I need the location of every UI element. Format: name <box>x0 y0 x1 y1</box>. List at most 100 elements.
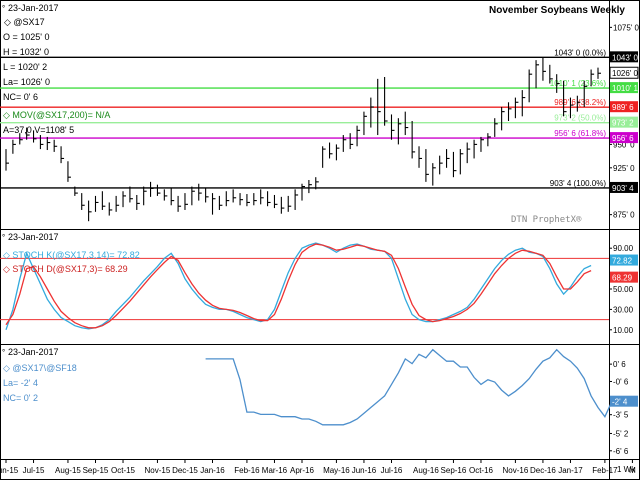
spread-last: La= -2' 4 <box>3 378 38 388</box>
price-bar-78 <box>542 57 546 81</box>
price-bar-42 <box>294 189 299 210</box>
price-bar-0 <box>5 149 9 171</box>
stoch-k-value: STOCH K(@SX17,3,14)= 72.82 <box>12 250 139 260</box>
spread-y-tick-0: 0' 6 <box>613 360 626 369</box>
price-bar-55 <box>384 76 388 126</box>
price-bar-39 <box>273 194 278 209</box>
stoch-panel-corner-mark: ° <box>2 233 5 242</box>
x-tick-label-19: Jan-17 <box>558 466 583 475</box>
price-bar-50 <box>349 133 354 150</box>
price-high: H = 1032' 0 <box>3 47 49 57</box>
chart-title: November Soybeans Weekly <box>489 5 625 16</box>
stoch-k-label: ◇ STOCH K(@SX17,3,14)= 72.82 <box>3 250 140 260</box>
fib-tag-3: 973' 2 <box>612 119 634 128</box>
frequency-label: 1 Wk <box>617 465 636 474</box>
stoch-y-tick-0: 90.00 <box>613 244 634 253</box>
price-bar-37 <box>260 189 264 205</box>
spread-tags: -2' 4 <box>610 395 638 407</box>
stoch-d-value: STOCH D(@SX17,3)= 68.29 <box>12 264 127 274</box>
spread-panel-corner-mark: ° <box>2 348 5 357</box>
spread-line <box>205 348 626 426</box>
price-bar-12 <box>88 200 92 222</box>
price-bar-30 <box>211 193 216 215</box>
price-bar-86 <box>597 67 601 79</box>
price-bar-34 <box>239 193 244 206</box>
price-bar-33 <box>232 189 237 203</box>
x-tick-label-14: Aug-16 <box>413 466 439 475</box>
stoch-date-label: 23-Jan-2017 <box>8 232 59 242</box>
fib-tag-4: 956' 6 <box>612 134 634 143</box>
price-bar-19 <box>136 194 140 210</box>
price-bar-48 <box>335 144 340 161</box>
x-tick-label-12: Jun-16 <box>352 466 377 475</box>
spread-panel: 0' 6 -0' 6 -3' 5 -5' 2 -6' 6 -2' 4 ° 23-Jan-… <box>2 347 638 456</box>
price-bar-64 <box>446 149 450 168</box>
price-bar-72 <box>501 106 505 131</box>
stoch-y-tick-3: 10.00 <box>613 326 634 335</box>
fib-tag-1: 1010' 1 <box>612 84 639 93</box>
x-tick-label-7: Jan-16 <box>200 466 225 475</box>
price-bar-58 <box>404 111 409 136</box>
price-bar-52 <box>363 111 367 136</box>
price-bar-38 <box>267 191 271 207</box>
stoch-tag-1: 68.29 <box>612 274 633 283</box>
price-symbol: @SX17 <box>13 17 44 27</box>
x-tick-label-11: May-16 <box>323 466 350 475</box>
x-tick-label-5: Nov-15 <box>145 466 171 475</box>
price-bar-23 <box>163 189 168 201</box>
x-tick-label-10: Apr-16 <box>290 466 315 475</box>
spread-net-change: NC= 0' 2 <box>3 393 38 403</box>
x-tick-label-18: Dec-16 <box>530 466 556 475</box>
price-bar-43 <box>301 183 305 201</box>
price-bar-40 <box>280 196 285 214</box>
fib-label-3: 973' 2 (50.0%) <box>554 114 606 123</box>
x-tick-label-9: Mar-16 <box>262 466 288 475</box>
price-bar-21 <box>150 181 154 197</box>
price-y-tick-0: 1075' 0 <box>613 23 640 32</box>
price-bar-1 <box>12 139 16 154</box>
price-bar-16 <box>115 195 120 212</box>
price-bar-44 <box>308 179 312 194</box>
price-bar-56 <box>390 114 395 140</box>
price-bar-47 <box>328 142 333 159</box>
fib-tag-0: 1043' 0 <box>612 53 639 62</box>
price-bar-35 <box>246 194 250 207</box>
x-tick-label-13: Jul-16 <box>381 466 403 475</box>
spread-y-tick-1: -0' 6 <box>613 377 629 386</box>
last-price-tag: 1026' 0 <box>612 69 639 78</box>
fib-label-0: 1043' 0 (0.0%) <box>554 48 606 57</box>
spread-y-tick-2: -3' 5 <box>613 411 629 420</box>
price-bar-74 <box>514 97 519 119</box>
price-bar-6 <box>46 136 51 151</box>
price-bar-66 <box>459 149 464 175</box>
price-bar-59 <box>411 121 416 159</box>
stoch-y-tick-1: 50.00 <box>613 285 634 294</box>
price-net-change: NC= 0' 6 <box>3 92 38 102</box>
panel-frames <box>0 0 640 480</box>
price-bar-29 <box>205 187 209 203</box>
price-bar-41 <box>287 195 292 212</box>
price-bar-24 <box>170 188 175 206</box>
price-bar-26 <box>184 193 188 210</box>
spread-y-ticks: 0' 6 -0' 6 -3' 5 -5' 2 -6' 6 <box>609 360 629 456</box>
x-tick-label-1: Jul-15 <box>23 466 45 475</box>
price-bar-77 <box>535 60 540 89</box>
x-tick-label-17: Nov-16 <box>502 466 528 475</box>
spread-y-tick-3: -5' 2 <box>613 429 629 438</box>
price-y-tick-2: 925' 0 <box>613 164 635 173</box>
price-bar-7 <box>53 139 58 152</box>
soybeans-weekly-chart: 1043' 0 (0.0%)1010' 1 (23.6%)989' 6 (38.… <box>0 0 640 480</box>
price-bar-75 <box>521 90 526 117</box>
price-bar-69 <box>480 136 484 152</box>
x-tick-label-20: Feb-17 <box>592 466 618 475</box>
spread-y-tick-4: -6' 6 <box>613 447 629 456</box>
price-y-tick-3: 875' 0 <box>613 211 635 220</box>
x-tick-label-2: Aug-15 <box>55 466 81 475</box>
x-tick-label-3: Sep-15 <box>83 466 109 475</box>
price-bar-13 <box>94 195 99 212</box>
price-bar-70 <box>487 133 491 147</box>
x-tick-label-6: Dec-15 <box>172 466 198 475</box>
moving-average-value: MOV(@SX17,200)= N/A <box>12 110 110 120</box>
price-bar-31 <box>218 195 223 210</box>
price-bar-28 <box>198 183 202 201</box>
